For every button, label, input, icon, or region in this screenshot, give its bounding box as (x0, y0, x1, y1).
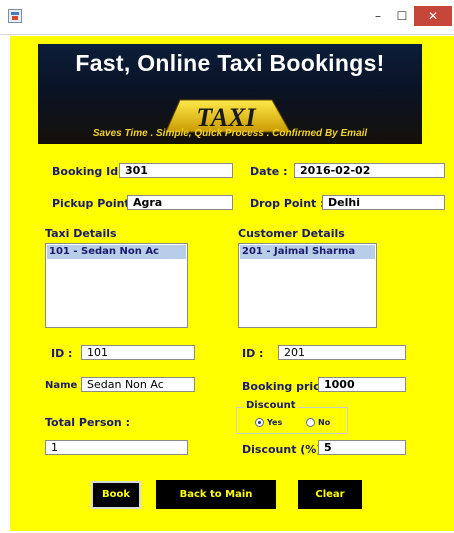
list-item[interactable]: 201 - Jaimal Sharma (240, 245, 375, 259)
customer-id-field[interactable]: 201 (278, 345, 406, 360)
customer-details-header: Customer Details (238, 227, 345, 240)
booking-id-field[interactable]: 301 (119, 163, 233, 178)
booking-price-field[interactable]: 1000 (318, 377, 406, 392)
java-app-icon (8, 9, 22, 23)
customer-list[interactable]: 201 - Jaimal Sharma (238, 243, 377, 328)
discount-group (236, 407, 348, 434)
drop-point-field[interactable]: Delhi (322, 195, 445, 210)
discount-no-label[interactable]: No (318, 418, 330, 427)
banner-title: Fast, Online Taxi Bookings! (75, 50, 385, 76)
taxi-details-header: Taxi Details (45, 227, 117, 240)
pickup-point-field[interactable]: Agra (127, 195, 233, 210)
discount-yes-label[interactable]: Yes (267, 418, 282, 427)
total-person-field[interactable]: 1 (45, 440, 188, 455)
list-item[interactable]: 101 - Sedan Non Ac (47, 245, 186, 259)
taxi-id-field[interactable]: 101 (81, 345, 195, 360)
maximize-button[interactable]: ☐ (390, 6, 414, 26)
taxi-id-label: ID : (51, 347, 73, 360)
pickup-point-label: Pickup Point : (52, 197, 138, 210)
discount-percent-field[interactable]: 5 (318, 440, 406, 455)
taxi-name-label: Name : (45, 380, 85, 391)
close-button[interactable]: ✕ (414, 6, 452, 26)
taxi-list[interactable]: 101 - Sedan Non Ac (45, 243, 188, 328)
taxi-name-field[interactable]: Sedan Non Ac (81, 377, 195, 392)
customer-id-label: ID : (242, 347, 264, 360)
date-label: Date : (250, 165, 288, 178)
drop-point-label: Drop Point : (250, 197, 325, 210)
discount-percent-label: Discount (%): (242, 443, 326, 456)
book-button[interactable]: Book (91, 481, 141, 509)
discount-group-title: Discount (244, 400, 298, 411)
minimize-button[interactable]: – (366, 6, 390, 26)
clear-button[interactable]: Clear (298, 480, 362, 509)
booking-id-label: Booking Id : (52, 165, 127, 178)
discount-yes-radio[interactable] (255, 418, 264, 427)
date-field[interactable]: 2016-02-02 (294, 163, 445, 178)
banner-image: Fast, Online Taxi Bookings! TAXI Saves T… (38, 44, 422, 144)
discount-no-radio[interactable] (306, 418, 315, 427)
banner-subtitle: Saves Time . Simple, Quick Process . Con… (92, 128, 368, 139)
total-person-label: Total Person : (45, 416, 130, 429)
back-to-main-button[interactable]: Back to Main (156, 480, 276, 509)
